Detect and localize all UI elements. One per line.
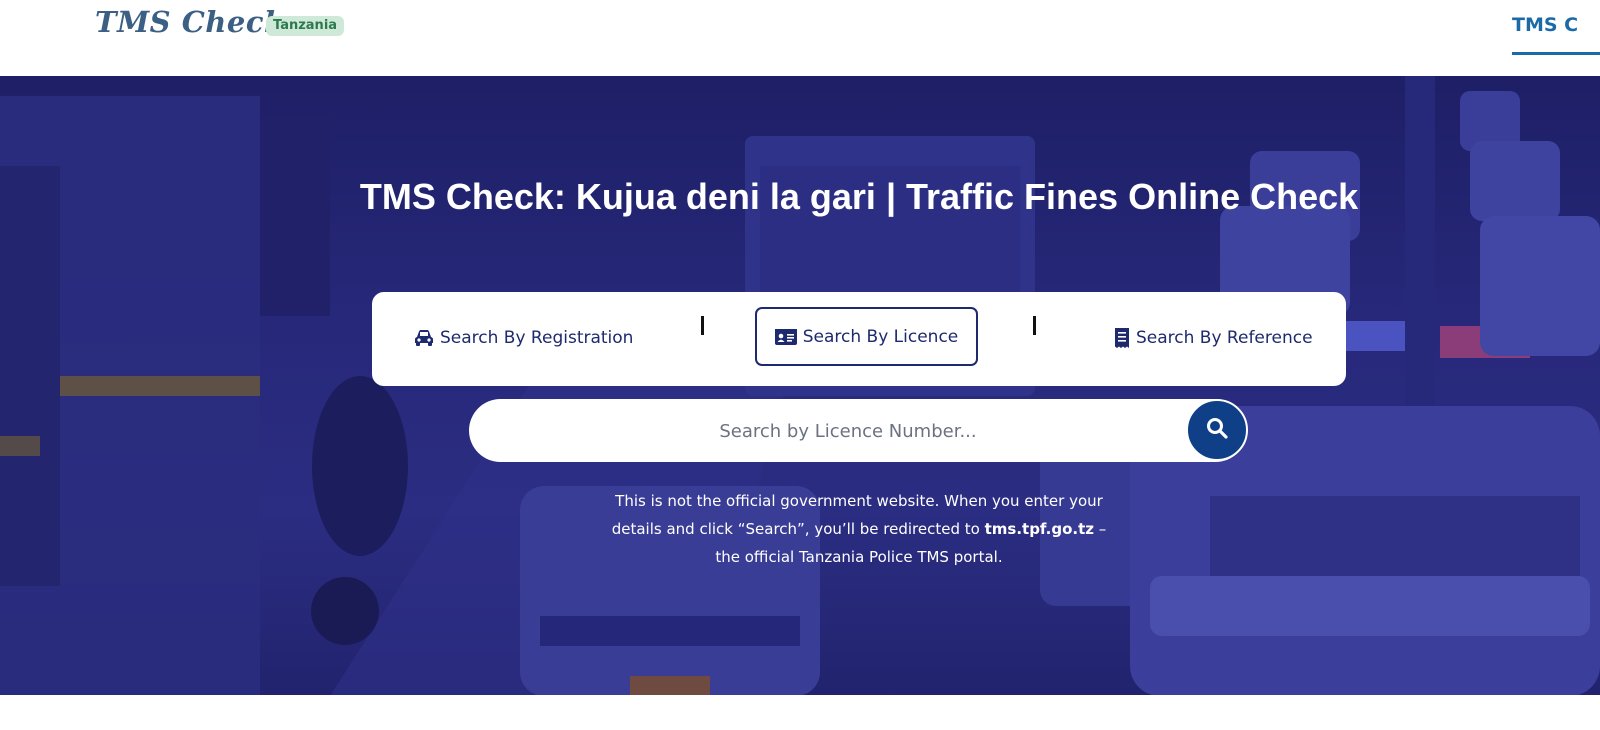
- tab-label: Search By Registration: [440, 328, 634, 348]
- tab-label: Search By Reference: [1136, 328, 1313, 348]
- site-logo[interactable]: TMS Check: [95, 5, 285, 39]
- search-icon: [1205, 416, 1229, 445]
- receipt-icon: [1114, 328, 1130, 348]
- search-mode-tabs: Search By Registration Search By Licence: [372, 292, 1346, 386]
- tab-divider: [701, 316, 704, 335]
- tab-divider: [1033, 316, 1036, 335]
- licence-search-input[interactable]: [489, 407, 1207, 455]
- tab-search-by-registration[interactable]: Search By Registration: [414, 308, 633, 368]
- id-card-icon: [774, 328, 797, 345]
- official-portal-link: tms.tpf.go.tz: [984, 520, 1094, 538]
- car-icon: [414, 329, 434, 347]
- top-navbar: TMS Check Tanzania TMS C: [0, 0, 1600, 76]
- page-title: TMS Check: Kujua deni la gari | Traffic …: [359, 176, 1359, 217]
- tab-label: Search By Licence: [802, 326, 959, 347]
- country-badge: Tanzania: [266, 16, 345, 36]
- tab-search-by-licence[interactable]: Search By Licence: [755, 307, 978, 366]
- disclaimer-text: This is not the official government webs…: [600, 487, 1118, 571]
- hero-section: TMS Check: Kujua deni la gari | Traffic …: [0, 76, 1600, 695]
- tab-search-by-reference[interactable]: Search By Reference: [1114, 308, 1313, 368]
- nav-active-underline: [1512, 52, 1600, 55]
- search-button[interactable]: [1186, 399, 1248, 461]
- nav-link-tms-check[interactable]: TMS C: [1512, 14, 1600, 40]
- search-bar: [469, 399, 1247, 462]
